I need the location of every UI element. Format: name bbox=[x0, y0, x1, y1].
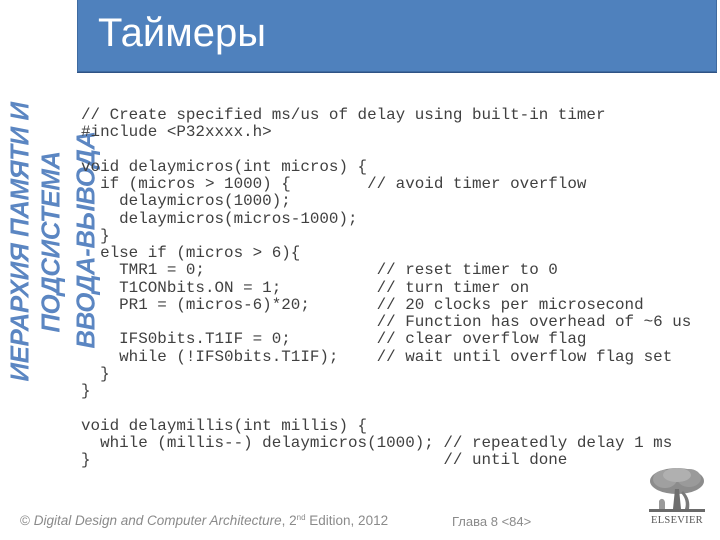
code-line: TMR1 = 0; // reset timer to 0 bbox=[81, 261, 558, 280]
edition-suffix: nd bbox=[296, 513, 306, 522]
code-line: if (micros > 1000) { // avoid timer over… bbox=[81, 175, 587, 193]
elsevier-label: ELSEVIER bbox=[651, 515, 703, 526]
side-title-line-1: ИЕРАРХИЯ ПАМЯТИ И bbox=[4, 102, 35, 382]
code-line: } // until done bbox=[81, 451, 568, 469]
code-line: IFS0bits.T1IF = 0; // clear overflow fla… bbox=[81, 330, 587, 349]
chapter-page-number: Глава 8 <84> bbox=[452, 514, 532, 529]
elsevier-tree-icon bbox=[649, 468, 705, 512]
code-line: #include <P32xxxx.h> bbox=[81, 123, 272, 142]
code-line: else if (micros > 6){ bbox=[81, 244, 301, 262]
title-bar: Таймеры bbox=[77, 0, 717, 72]
code-line: // Function has overhead of ~6 us bbox=[81, 313, 692, 331]
edition-number: 2 bbox=[289, 513, 297, 528]
code-line: PR1 = (micros-6)*20; // 20 clocks per mi… bbox=[81, 295, 644, 314]
footer-copyright: © Digital Design and Computer Architectu… bbox=[20, 513, 389, 528]
book-title: Digital Design and Computer Architecture bbox=[33, 513, 282, 528]
code-line: T1CONbits.ON = 1; // turn timer on bbox=[81, 278, 530, 297]
code-line: } bbox=[81, 226, 110, 245]
code-line: while (!IFS0bits.T1IF); // wait until ov… bbox=[81, 347, 673, 366]
slide-title: Таймеры bbox=[98, 11, 266, 55]
elsevier-logo: ELSEVIER bbox=[645, 465, 709, 531]
code-line: delaymicros(1000); bbox=[81, 192, 291, 211]
code-line: } bbox=[81, 364, 110, 383]
copyright-symbol: © bbox=[20, 513, 30, 528]
code-line: } bbox=[81, 382, 91, 400]
edition-rest: Edition, 2012 bbox=[305, 513, 389, 528]
side-title-line-2: ПОДСИСТЕМА bbox=[35, 151, 66, 333]
code-line: void delaymicros(int micros) { bbox=[81, 157, 368, 176]
code-line: void delaymillis(int millis) { bbox=[81, 416, 368, 435]
code-listing: // Create specified ms/us of delay using… bbox=[81, 106, 692, 469]
code-line: while (millis--) delaymicros(1000); // r… bbox=[81, 433, 673, 452]
code-line: // Create specified ms/us of delay using… bbox=[81, 106, 606, 124]
code-line: delaymicros(micros-1000); bbox=[81, 209, 358, 228]
